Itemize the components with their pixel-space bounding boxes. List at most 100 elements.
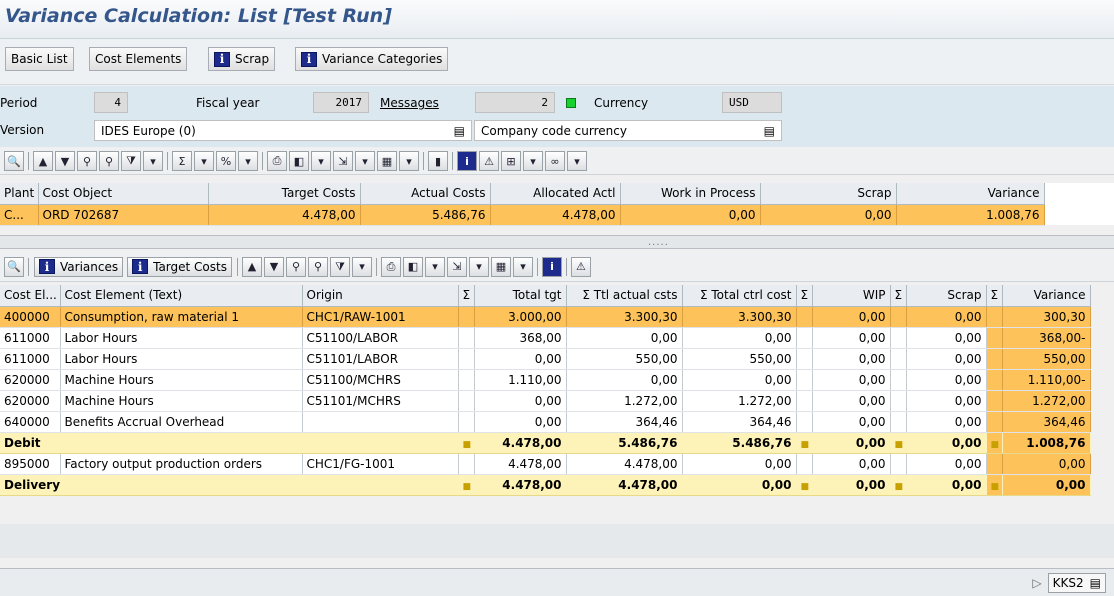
variance-cell[interactable]: 364,46 (1002, 411, 1091, 433)
details-icon[interactable]: 🔍 (4, 256, 24, 277)
pane-splitter[interactable]: ..... (0, 235, 1114, 249)
dropdown-icon[interactable]: ▾ (194, 151, 214, 171)
cost-element-text-cell[interactable]: Benefits Accrual Overhead (60, 411, 303, 433)
column-header[interactable]: Actual Costs (360, 183, 491, 205)
total-target-cell[interactable]: 3.000,00 (474, 306, 567, 328)
wip-cell[interactable]: 0,00 (812, 453, 891, 475)
cost-element-text-cell[interactable]: Machine Hours (60, 369, 303, 391)
dropdown-icon[interactable]: ▾ (468, 256, 489, 277)
dropdown-icon[interactable]: ▾ (351, 256, 372, 277)
variances-button[interactable]: i Variances (34, 256, 124, 277)
variance-cell[interactable]: 300,30 (1002, 306, 1091, 328)
sort-ascending-icon[interactable]: ▲ (241, 256, 262, 277)
warning-icon[interactable]: ⚠ (570, 256, 591, 277)
dropdown-icon[interactable]: ▾ (355, 151, 375, 171)
variance-cell[interactable]: 0,00 (1002, 474, 1091, 496)
table-row[interactable]: 400000 Consumption, raw material 1 CHC1/RA… (0, 306, 1091, 328)
column-header[interactable]: Origin (302, 285, 459, 307)
cost-element-code-cell[interactable]: 611000 (0, 348, 61, 370)
variance-cell[interactable]: 550,00 (1002, 348, 1091, 370)
total-control-cell[interactable]: 3.300,30 (682, 306, 797, 328)
origin-cell[interactable]: C51100/MCHRS (302, 369, 459, 391)
find-icon[interactable]: ⚲ (77, 151, 97, 171)
system-info[interactable]: KKS2 ▤ (1047, 573, 1106, 593)
total-target-cell[interactable]: 4.478,00 (474, 453, 567, 475)
total-actual-cell[interactable]: 3.300,30 (566, 306, 683, 328)
origin-cell[interactable]: C51101/MCHRS (302, 390, 459, 412)
total-target-cell[interactable]: 1.110,00 (474, 369, 567, 391)
wip-cell[interactable]: 0,00 (620, 204, 761, 226)
origin-cell[interactable]: C51101/LABOR (302, 348, 459, 370)
sort-ascending-icon[interactable]: ▲ (33, 151, 53, 171)
total-target-cell[interactable]: 4.478,00 (474, 432, 567, 454)
period-field[interactable]: 4 (94, 92, 128, 113)
scrap-cell[interactable]: 0,00 (906, 474, 987, 496)
cost-element-text-cell[interactable]: Consumption, raw material 1 (60, 306, 303, 328)
dropdown-icon[interactable]: ▾ (424, 256, 445, 277)
column-header[interactable]: Allocated Actl (490, 183, 621, 205)
scrap-cell[interactable]: 0,00 (906, 432, 987, 454)
views-icon[interactable]: ◧ (402, 256, 423, 277)
find-next-icon[interactable]: ⚲ (307, 256, 328, 277)
dropdown-icon[interactable]: ▾ (512, 256, 533, 277)
table-row[interactable]: 620000 Machine Hours C51101/MCHRS 0,00 1.272… (0, 390, 1091, 412)
variance-cell[interactable]: 1.008,76 (1002, 432, 1091, 454)
scrap-cell[interactable]: 0,00 (906, 327, 987, 349)
expand-icon[interactable]: ▷ (1032, 576, 1041, 590)
cost-element-text-cell[interactable]: Factory output production orders (60, 453, 303, 475)
total-control-cell[interactable]: 0,00 (682, 453, 797, 475)
dropdown-icon[interactable]: ▾ (567, 151, 587, 171)
scrap-cell[interactable]: 0,00 (906, 369, 987, 391)
target-costs-cell[interactable]: 4.478,00 (208, 204, 361, 226)
total-control-cell[interactable]: 0,00 (682, 327, 797, 349)
currency-field[interactable]: USD (722, 92, 782, 113)
sort-descending-icon[interactable]: ▼ (263, 256, 284, 277)
total-target-cell[interactable]: 0,00 (474, 411, 567, 433)
subtotal-row[interactable]: Debit ■ 4.478,00 5.486,76 5.486,76 ■ 0,00 ■ 0,00… (0, 432, 1091, 454)
total-target-cell[interactable]: 0,00 (474, 390, 567, 412)
scrap-cell[interactable]: 0,00 (906, 453, 987, 475)
info-icon[interactable]: i (541, 256, 562, 277)
variance-cell[interactable]: 1.008,76 (896, 204, 1045, 226)
column-header[interactable]: Variance (896, 183, 1045, 205)
fiscal-year-field[interactable]: 2017 (313, 92, 369, 113)
total-target-cell[interactable]: 368,00 (474, 327, 567, 349)
total-icon[interactable]: Σ (172, 151, 192, 171)
origin-cell[interactable]: C51100/LABOR (302, 327, 459, 349)
total-target-cell[interactable]: 0,00 (474, 348, 567, 370)
wip-cell[interactable]: 0,00 (812, 369, 891, 391)
total-control-cell[interactable]: 1.272,00 (682, 390, 797, 412)
cost-element-text-cell[interactable]: Machine Hours (60, 390, 303, 412)
table-row[interactable]: 895000 Factory output production orders CH… (0, 453, 1091, 475)
find-next-icon[interactable]: ⚲ (99, 151, 119, 171)
wip-cell[interactable]: 0,00 (812, 348, 891, 370)
column-header[interactable]: Scrap (760, 183, 897, 205)
variance-categories-button[interactable]: i Variance Categories (295, 47, 449, 71)
column-header[interactable]: Target Costs (208, 183, 361, 205)
dropdown-icon[interactable]: ▾ (311, 151, 331, 171)
column-header[interactable]: Σ Ttl actual csts (566, 285, 683, 307)
currency-type-field[interactable]: Company code currency ▤ (474, 120, 782, 141)
cost-element-code-cell[interactable]: 620000 (0, 390, 61, 412)
cost-element-text-cell[interactable]: Labor Hours (60, 327, 303, 349)
subtotal-row[interactable]: Delivery ■ 4.478,00 4.478,00 0,00 ■ 0,00 ■ 0,00 ■… (0, 474, 1091, 496)
print-icon[interactable]: ⎙ (380, 256, 401, 277)
total-actual-cell[interactable]: 550,00 (566, 348, 683, 370)
cost-element-code-cell[interactable]: 895000 (0, 453, 61, 475)
info-icon[interactable]: i (457, 151, 477, 171)
table-row[interactable]: 611000 Labor Hours C51100/LABOR 368,00 0,00 0… (0, 327, 1091, 349)
target-costs-button[interactable]: i Target Costs (127, 256, 232, 277)
scrap-cell[interactable]: 0,00 (906, 306, 987, 328)
filter-icon[interactable]: ⧩ (329, 256, 350, 277)
sort-descending-icon[interactable]: ▼ (55, 151, 75, 171)
version-field[interactable]: IDES Europe (0) ▤ (94, 120, 472, 141)
cost-element-code-cell[interactable]: 620000 (0, 369, 61, 391)
total-control-cell[interactable]: 0,00 (682, 474, 797, 496)
total-actual-cell[interactable]: 5.486,76 (566, 432, 683, 454)
variance-cell[interactable]: 0,00 (1002, 453, 1091, 475)
hierarchy-icon[interactable]: ⊞ (501, 151, 521, 171)
variance-cell[interactable]: 1.110,00- (1002, 369, 1091, 391)
scrap-cell[interactable]: 0,00 (906, 390, 987, 412)
graphic-icon[interactable]: ▮ (428, 151, 448, 171)
total-actual-cell[interactable]: 364,46 (566, 411, 683, 433)
